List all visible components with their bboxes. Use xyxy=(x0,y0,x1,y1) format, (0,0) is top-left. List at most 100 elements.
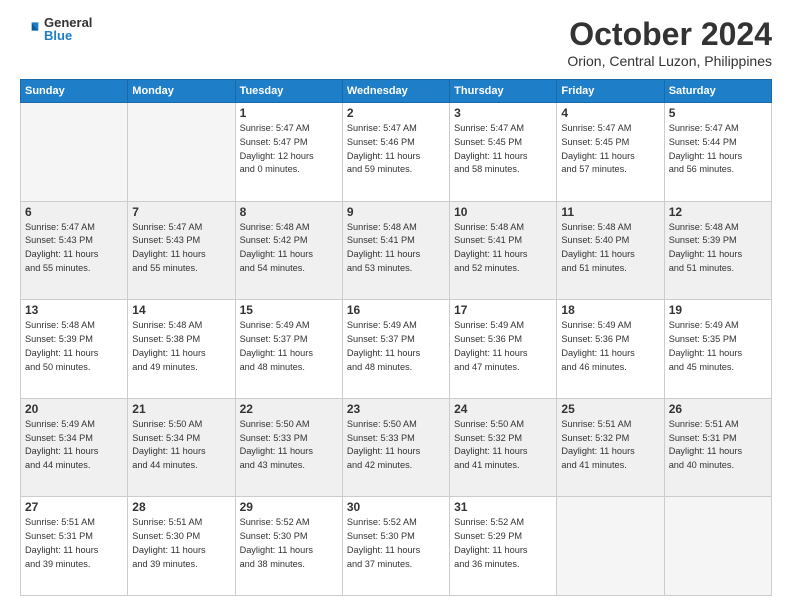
calendar-body: 1 Sunrise: 5:47 AM Sunset: 5:47 PM Daylig… xyxy=(21,103,772,596)
day-number: 1 xyxy=(240,106,338,120)
day-info: Sunrise: 5:49 AM Sunset: 5:35 PM Dayligh… xyxy=(669,319,767,374)
day-info: Sunrise: 5:50 AM Sunset: 5:33 PM Dayligh… xyxy=(240,418,338,473)
calendar-day-cell: 20 Sunrise: 5:49 AM Sunset: 5:34 PM Dayli… xyxy=(21,398,128,497)
calendar-day-cell xyxy=(21,103,128,202)
calendar-day-cell: 10 Sunrise: 5:48 AM Sunset: 5:41 PM Dayli… xyxy=(450,201,557,300)
weekday-header-cell: Wednesday xyxy=(342,80,449,103)
calendar-table: SundayMondayTuesdayWednesdayThursdayFrid… xyxy=(20,79,772,596)
day-info: Sunrise: 5:49 AM Sunset: 5:34 PM Dayligh… xyxy=(25,418,123,473)
calendar-day-cell: 24Sunrise: 5:50 AM Sunset: 5:32 PM Dayli… xyxy=(450,398,557,497)
calendar-day-cell: 26Sunrise: 5:51 AM Sunset: 5:31 PM Dayli… xyxy=(664,398,771,497)
logo-blue-text: Blue xyxy=(44,29,92,42)
day-number: 30 xyxy=(347,500,445,514)
calendar-day-cell: 6 Sunrise: 5:47 AM Sunset: 5:43 PM Daylig… xyxy=(21,201,128,300)
weekday-header-cell: Tuesday xyxy=(235,80,342,103)
calendar-day-cell: 31 Sunrise: 5:52 AM Sunset: 5:29 PM Dayli… xyxy=(450,497,557,596)
day-number: 3 xyxy=(454,106,552,120)
day-number: 9 xyxy=(347,205,445,219)
day-number: 25 xyxy=(561,402,659,416)
calendar-day-cell: 28Sunrise: 5:51 AM Sunset: 5:30 PM Dayli… xyxy=(128,497,235,596)
day-number: 31 xyxy=(454,500,552,514)
day-info: Sunrise: 5:49 AM Sunset: 5:37 PM Dayligh… xyxy=(347,319,445,374)
calendar-day-cell: 17Sunrise: 5:49 AM Sunset: 5:36 PM Dayli… xyxy=(450,300,557,399)
day-info: Sunrise: 5:48 AM Sunset: 5:39 PM Dayligh… xyxy=(669,221,767,276)
day-info: Sunrise: 5:48 AM Sunset: 5:41 PM Dayligh… xyxy=(347,221,445,276)
day-number: 5 xyxy=(669,106,767,120)
calendar-day-cell: 21 Sunrise: 5:50 AM Sunset: 5:34 PM Dayli… xyxy=(128,398,235,497)
weekday-header-cell: Saturday xyxy=(664,80,771,103)
day-number: 12 xyxy=(669,205,767,219)
calendar-day-cell: 25 Sunrise: 5:51 AM Sunset: 5:32 PM Dayli… xyxy=(557,398,664,497)
day-info: Sunrise: 5:47 AM Sunset: 5:47 PM Dayligh… xyxy=(240,122,338,177)
calendar-day-cell: 4Sunrise: 5:47 AM Sunset: 5:45 PM Daylig… xyxy=(557,103,664,202)
day-info: Sunrise: 5:50 AM Sunset: 5:32 PM Dayligh… xyxy=(454,418,552,473)
calendar-week-row: 27 Sunrise: 5:51 AM Sunset: 5:31 PM Dayli… xyxy=(21,497,772,596)
weekday-header-row: SundayMondayTuesdayWednesdayThursdayFrid… xyxy=(21,80,772,103)
day-info: Sunrise: 5:48 AM Sunset: 5:38 PM Dayligh… xyxy=(132,319,230,374)
day-number: 16 xyxy=(347,303,445,317)
calendar-day-cell: 15Sunrise: 5:49 AM Sunset: 5:37 PM Dayli… xyxy=(235,300,342,399)
day-number: 29 xyxy=(240,500,338,514)
day-number: 6 xyxy=(25,205,123,219)
calendar-day-cell: 13Sunrise: 5:48 AM Sunset: 5:39 PM Dayli… xyxy=(21,300,128,399)
day-number: 8 xyxy=(240,205,338,219)
calendar-day-cell: 16 Sunrise: 5:49 AM Sunset: 5:37 PM Dayli… xyxy=(342,300,449,399)
day-info: Sunrise: 5:52 AM Sunset: 5:29 PM Dayligh… xyxy=(454,516,552,571)
logo-icon xyxy=(20,19,40,39)
day-number: 18 xyxy=(561,303,659,317)
title-area: October 2024 Orion, Central Luzon, Phili… xyxy=(567,16,772,69)
day-number: 19 xyxy=(669,303,767,317)
location: Orion, Central Luzon, Philippines xyxy=(567,53,772,69)
day-number: 4 xyxy=(561,106,659,120)
day-number: 17 xyxy=(454,303,552,317)
day-info: Sunrise: 5:48 AM Sunset: 5:42 PM Dayligh… xyxy=(240,221,338,276)
day-info: Sunrise: 5:49 AM Sunset: 5:37 PM Dayligh… xyxy=(240,319,338,374)
day-number: 10 xyxy=(454,205,552,219)
calendar-day-cell: 1 Sunrise: 5:47 AM Sunset: 5:47 PM Daylig… xyxy=(235,103,342,202)
day-info: Sunrise: 5:47 AM Sunset: 5:44 PM Dayligh… xyxy=(669,122,767,177)
calendar-day-cell: 29 Sunrise: 5:52 AM Sunset: 5:30 PM Dayli… xyxy=(235,497,342,596)
calendar-day-cell xyxy=(664,497,771,596)
calendar-day-cell: 3 Sunrise: 5:47 AM Sunset: 5:45 PM Daylig… xyxy=(450,103,557,202)
calendar-day-cell: 23Sunrise: 5:50 AM Sunset: 5:33 PM Dayli… xyxy=(342,398,449,497)
calendar-week-row: 20 Sunrise: 5:49 AM Sunset: 5:34 PM Dayli… xyxy=(21,398,772,497)
calendar-day-cell: 22Sunrise: 5:50 AM Sunset: 5:33 PM Dayli… xyxy=(235,398,342,497)
calendar-week-row: 6 Sunrise: 5:47 AM Sunset: 5:43 PM Daylig… xyxy=(21,201,772,300)
calendar-day-cell: 12 Sunrise: 5:48 AM Sunset: 5:39 PM Dayli… xyxy=(664,201,771,300)
day-info: Sunrise: 5:48 AM Sunset: 5:40 PM Dayligh… xyxy=(561,221,659,276)
calendar-day-cell: 11 Sunrise: 5:48 AM Sunset: 5:40 PM Dayli… xyxy=(557,201,664,300)
day-info: Sunrise: 5:51 AM Sunset: 5:32 PM Dayligh… xyxy=(561,418,659,473)
weekday-header-cell: Thursday xyxy=(450,80,557,103)
calendar-day-cell xyxy=(557,497,664,596)
day-info: Sunrise: 5:47 AM Sunset: 5:45 PM Dayligh… xyxy=(454,122,552,177)
day-info: Sunrise: 5:51 AM Sunset: 5:31 PM Dayligh… xyxy=(25,516,123,571)
calendar-day-cell: 14Sunrise: 5:48 AM Sunset: 5:38 PM Dayli… xyxy=(128,300,235,399)
day-info: Sunrise: 5:50 AM Sunset: 5:34 PM Dayligh… xyxy=(132,418,230,473)
calendar-day-cell: 27 Sunrise: 5:51 AM Sunset: 5:31 PM Dayli… xyxy=(21,497,128,596)
logo: General Blue xyxy=(20,16,92,42)
day-info: Sunrise: 5:49 AM Sunset: 5:36 PM Dayligh… xyxy=(561,319,659,374)
day-number: 11 xyxy=(561,205,659,219)
day-info: Sunrise: 5:47 AM Sunset: 5:43 PM Dayligh… xyxy=(25,221,123,276)
day-number: 13 xyxy=(25,303,123,317)
calendar-week-row: 1 Sunrise: 5:47 AM Sunset: 5:47 PM Daylig… xyxy=(21,103,772,202)
calendar-day-cell: 9 Sunrise: 5:48 AM Sunset: 5:41 PM Daylig… xyxy=(342,201,449,300)
day-number: 7 xyxy=(132,205,230,219)
day-number: 20 xyxy=(25,402,123,416)
day-number: 27 xyxy=(25,500,123,514)
day-info: Sunrise: 5:52 AM Sunset: 5:30 PM Dayligh… xyxy=(240,516,338,571)
calendar-day-cell: 7Sunrise: 5:47 AM Sunset: 5:43 PM Daylig… xyxy=(128,201,235,300)
day-number: 21 xyxy=(132,402,230,416)
header: General Blue October 2024 Orion, Central… xyxy=(20,16,772,69)
day-info: Sunrise: 5:51 AM Sunset: 5:31 PM Dayligh… xyxy=(669,418,767,473)
calendar-day-cell: 18 Sunrise: 5:49 AM Sunset: 5:36 PM Dayli… xyxy=(557,300,664,399)
calendar-day-cell xyxy=(128,103,235,202)
day-info: Sunrise: 5:52 AM Sunset: 5:30 PM Dayligh… xyxy=(347,516,445,571)
weekday-header-cell: Sunday xyxy=(21,80,128,103)
calendar-week-row: 13Sunrise: 5:48 AM Sunset: 5:39 PM Dayli… xyxy=(21,300,772,399)
day-number: 2 xyxy=(347,106,445,120)
calendar-day-cell: 8 Sunrise: 5:48 AM Sunset: 5:42 PM Daylig… xyxy=(235,201,342,300)
day-info: Sunrise: 5:48 AM Sunset: 5:41 PM Dayligh… xyxy=(454,221,552,276)
calendar-day-cell: 5 Sunrise: 5:47 AM Sunset: 5:44 PM Daylig… xyxy=(664,103,771,202)
day-info: Sunrise: 5:50 AM Sunset: 5:33 PM Dayligh… xyxy=(347,418,445,473)
